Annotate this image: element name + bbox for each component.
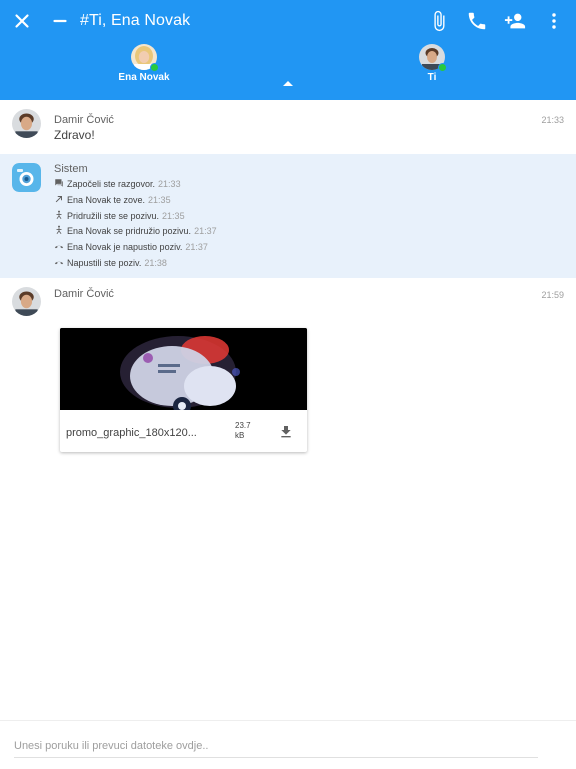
message-item: Damir Čović 21:33 Zdravo! (0, 100, 576, 154)
system-event: Ena Novak je napustio poziv. 21:37 (54, 240, 208, 254)
close-icon[interactable] (11, 10, 33, 32)
attachment-card[interactable]: promo_graphic_180x120... 23.7 kB (60, 328, 307, 452)
system-avatar (12, 163, 41, 192)
attachment-size: 23.7 kB (235, 421, 251, 440)
message-sender: Damir Čović (54, 288, 114, 300)
message-input[interactable] (14, 735, 538, 758)
participants-bar: Ena Novak Ti (0, 42, 576, 100)
hangup-icon (54, 241, 64, 251)
online-status-icon (438, 63, 447, 72)
message-text: Zdravo! (54, 128, 95, 142)
avatar[interactable] (12, 109, 41, 138)
system-event: Napustili ste poziv. 21:38 (54, 256, 167, 270)
online-status-icon (150, 63, 159, 72)
system-message: Sistem Započeli ste razgovor. 21:33 Ena N… (0, 154, 576, 278)
system-event: Ena Novak te zove. 21:35 (54, 193, 171, 207)
participant-ti[interactable]: Ti (387, 44, 477, 83)
avatar[interactable] (12, 287, 41, 316)
participant-name: Ti (427, 72, 437, 83)
message-composer (0, 720, 576, 769)
conversation-title: #Ti, Ena Novak (80, 12, 191, 29)
app-bar: #Ti, Ena Novak (0, 0, 576, 43)
system-event: Započeli ste razgovor. 21:33 (54, 177, 181, 191)
message-time: 21:33 (541, 115, 564, 125)
attachment-filename: promo_graphic_180x120... (66, 427, 197, 439)
system-event: Ena Novak se pridružio pozivu. 21:37 (54, 224, 217, 238)
add-person-icon[interactable] (504, 10, 526, 32)
join-call-icon (54, 225, 64, 235)
message-sender: Sistem (54, 163, 88, 175)
message-sender: Damir Čović (54, 114, 114, 126)
outgoing-call-icon (54, 194, 64, 204)
avatar (419, 44, 447, 72)
avatar (131, 44, 159, 72)
join-call-icon (54, 210, 64, 220)
attach-icon[interactable] (428, 10, 450, 32)
hangup-icon (54, 257, 64, 267)
phone-icon[interactable] (466, 10, 488, 32)
minimize-icon[interactable] (49, 10, 71, 32)
participant-ena-novak[interactable]: Ena Novak (99, 44, 189, 83)
chat-icon (54, 178, 64, 188)
more-vert-icon[interactable] (543, 10, 565, 32)
message-time: 21:59 (541, 290, 564, 300)
collapse-caret-icon[interactable] (283, 81, 293, 86)
system-event: Pridružili ste se pozivu. 21:35 (54, 209, 185, 223)
download-icon[interactable] (278, 424, 294, 440)
attachment-thumbnail[interactable] (60, 328, 307, 410)
participant-name: Ena Novak (118, 72, 170, 83)
